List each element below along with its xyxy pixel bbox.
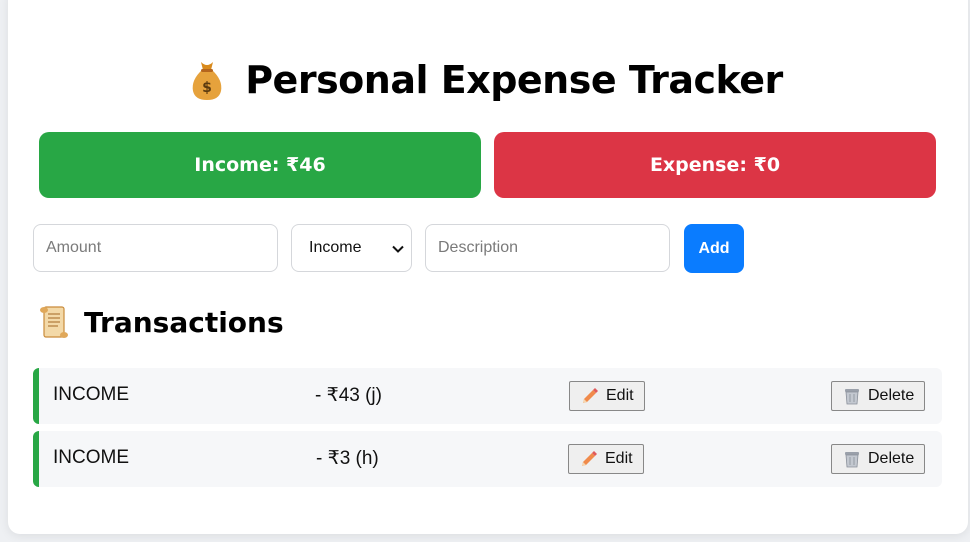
add-button-label: Add bbox=[698, 239, 730, 257]
description-input[interactable] bbox=[425, 224, 670, 272]
transactions-header: Transactions bbox=[38, 304, 284, 340]
transaction-type: INCOME bbox=[53, 384, 129, 405]
delete-button[interactable]: Delete bbox=[831, 381, 926, 411]
scroll-icon bbox=[40, 306, 68, 338]
edit-button-label: Edit bbox=[606, 387, 634, 404]
chevron-down-icon bbox=[392, 245, 404, 253]
transaction-amount: - ₹43 (j) bbox=[315, 385, 382, 406]
delete-button-label: Delete bbox=[868, 450, 915, 467]
money-bag-icon: $ bbox=[192, 62, 222, 100]
transaction-row: INCOME - ₹3 (h) Edit Delete bbox=[33, 431, 942, 487]
transaction-type: INCOME bbox=[53, 447, 129, 468]
edit-button[interactable]: Edit bbox=[569, 381, 645, 411]
svg-text:$: $ bbox=[202, 80, 212, 96]
type-select[interactable]: Income bbox=[291, 224, 412, 272]
type-select-value: Income bbox=[309, 239, 362, 256]
transactions-title: Transactions bbox=[84, 305, 284, 339]
wastebasket-icon bbox=[845, 452, 859, 468]
expense-summary-label: Expense: ₹0 bbox=[649, 154, 781, 176]
expense-summary: Expense: ₹0 bbox=[494, 132, 936, 198]
wastebasket-icon bbox=[845, 389, 859, 405]
delete-button-label: Delete bbox=[868, 387, 915, 404]
income-summary-label: Income: ₹46 bbox=[194, 154, 326, 176]
page-title: Personal Expense Tracker bbox=[245, 58, 783, 102]
pencil-icon bbox=[582, 451, 597, 466]
edit-button-label: Edit bbox=[605, 450, 633, 467]
amount-input[interactable] bbox=[33, 224, 278, 272]
header: $ Personal Expense Tracker bbox=[0, 58, 970, 102]
pencil-icon bbox=[583, 388, 598, 403]
transaction-row: INCOME - ₹43 (j) Edit Delete bbox=[33, 368, 942, 424]
edit-button[interactable]: Edit bbox=[568, 444, 644, 474]
add-button[interactable]: Add bbox=[684, 224, 744, 273]
delete-button[interactable]: Delete bbox=[831, 444, 926, 474]
income-summary: Income: ₹46 bbox=[39, 132, 481, 198]
transaction-amount: - ₹3 (h) bbox=[316, 448, 379, 469]
